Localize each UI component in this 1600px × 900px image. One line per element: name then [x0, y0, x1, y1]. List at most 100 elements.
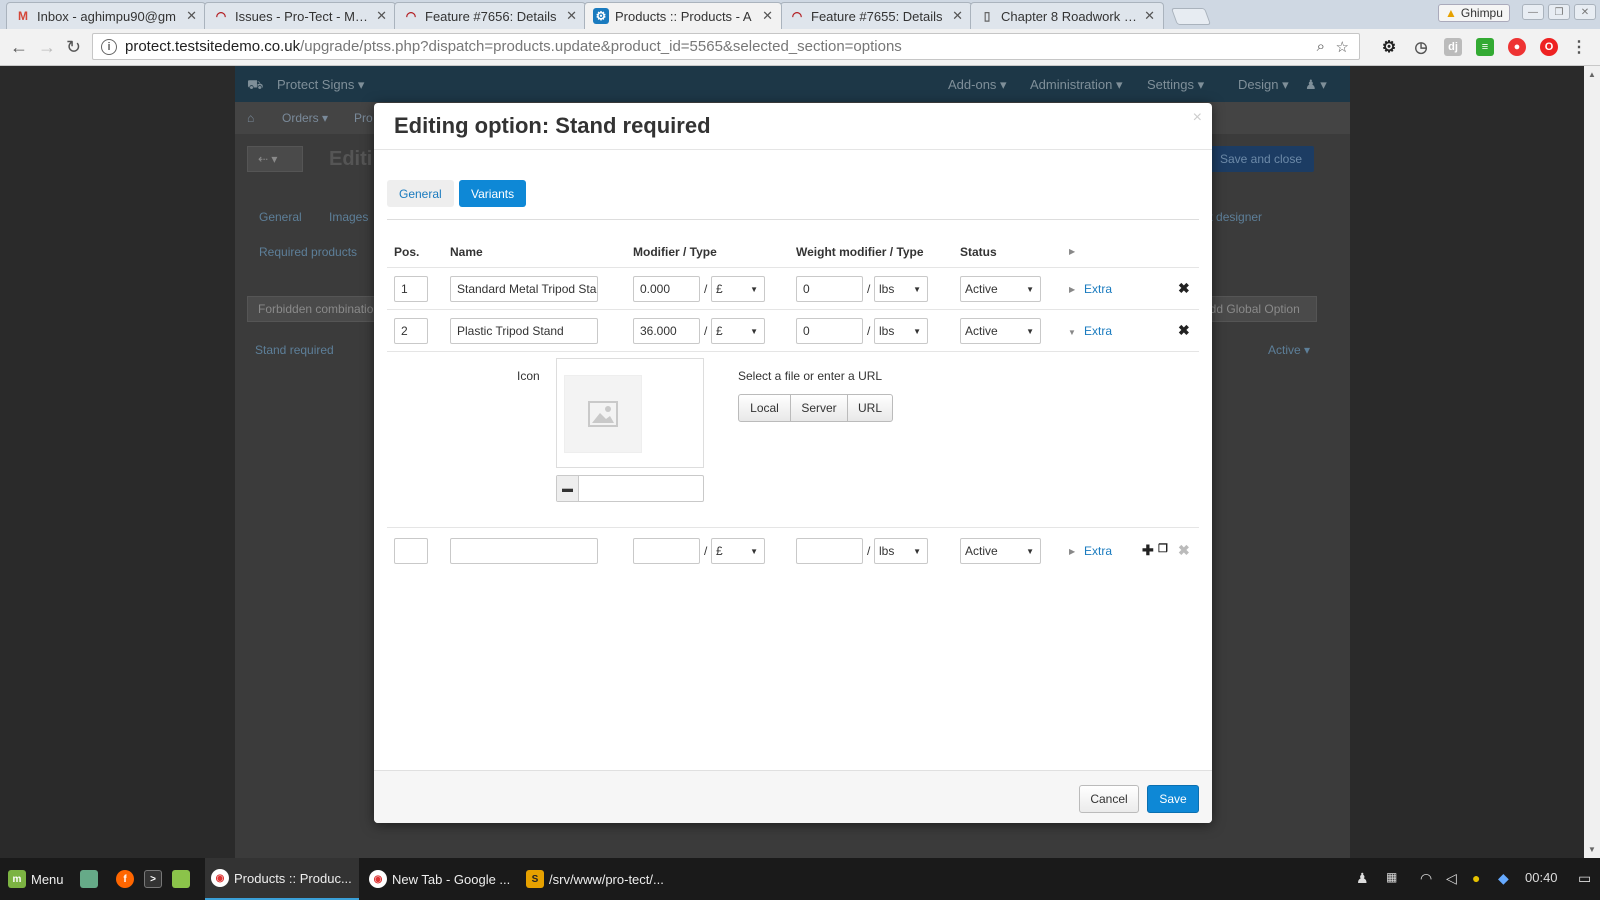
bookmark-star-icon[interactable]: ☆ — [1336, 38, 1349, 56]
taskbar-window-new-tab[interactable]: ◉ New Tab - Google ... — [363, 858, 513, 900]
server-file-button[interactable]: Server — [790, 394, 848, 422]
browser-tab-products[interactable]: ⚙ Products :: Products - A ✕ — [584, 2, 782, 29]
status-select[interactable]: Active ▼ — [960, 318, 1041, 344]
extension-dj-icon[interactable]: dj — [1444, 38, 1462, 56]
nav-design[interactable]: Design ▾ — [1238, 77, 1289, 93]
clone-icon[interactable]: ❐ — [1158, 542, 1168, 555]
new-tab-button[interactable] — [1170, 8, 1212, 25]
user-icon[interactable]: ♟ — [1356, 870, 1369, 887]
browser-tab-gmail[interactable]: M Inbox - aghimpu90@gm ✕ — [6, 2, 206, 29]
option-link[interactable]: Stand required — [255, 343, 334, 357]
forbidden-combinations-button[interactable]: Forbidden combinatio — [247, 296, 382, 322]
extension-gear-icon[interactable]: ⚙ — [1380, 38, 1398, 56]
back-button[interactable]: ⇠ ▾ — [247, 146, 303, 172]
modifier-input[interactable]: 0.000 — [633, 276, 700, 302]
tab-general[interactable]: General — [259, 210, 302, 224]
back-arrow-icon[interactable]: ← — [10, 37, 28, 58]
start-menu-button[interactable]: m Menu — [8, 858, 64, 900]
extra-link[interactable]: Extra — [1084, 544, 1112, 558]
minimize-icon[interactable]: — — [1522, 4, 1544, 20]
nav-settings[interactable]: Settings ▾ — [1147, 77, 1204, 93]
tab-images[interactable]: Images — [329, 210, 368, 224]
scroll-down-icon[interactable]: ▼ — [1588, 845, 1596, 854]
extension-stop-icon[interactable]: ● — [1508, 38, 1526, 56]
weight-input[interactable]: 0 — [796, 318, 863, 344]
page-scrollbar[interactable]: ▲ ▼ — [1584, 66, 1600, 858]
maximize-icon[interactable]: ❐ — [1548, 4, 1570, 20]
menu-dots-icon[interactable]: ⋮ — [1570, 38, 1588, 56]
scroll-up-icon[interactable]: ▲ — [1588, 70, 1596, 79]
chevron-right-icon[interactable]: ▶ — [1069, 285, 1075, 294]
profile-badge[interactable]: ▲ Ghimpu — [1438, 4, 1510, 22]
modifier-type-select[interactable]: £ ▼ — [711, 318, 765, 344]
variant-name-input[interactable] — [450, 538, 598, 564]
delete-icon[interactable]: ✖ — [1178, 542, 1190, 559]
chevron-down-icon[interactable]: ▼ — [1068, 328, 1076, 337]
close-icon[interactable]: ✕ — [762, 8, 773, 24]
address-bar[interactable]: i protect.testsitedemo.co.uk/upgrade/pts… — [92, 33, 1360, 60]
close-icon[interactable]: ✕ — [186, 8, 197, 24]
weight-input[interactable] — [796, 538, 863, 564]
add-icon[interactable]: ✚ — [1142, 542, 1154, 559]
dialog-close-icon[interactable]: × — [1193, 109, 1202, 127]
icon-alt-text-input[interactable]: ▬ — [556, 475, 704, 502]
browser-tab-feature-7655[interactable]: ◠ Feature #7655: Details ✕ — [780, 2, 972, 29]
tab-variants[interactable]: Variants — [459, 180, 527, 207]
save-button[interactable]: Save — [1147, 785, 1199, 813]
status-select[interactable]: Active ▼ — [960, 538, 1041, 564]
zoom-icon[interactable]: ⌕ — [1317, 38, 1325, 55]
files-launcher[interactable] — [172, 858, 195, 900]
window-close-icon[interactable]: ✕ — [1574, 4, 1596, 20]
delete-icon[interactable]: ✖ — [1178, 322, 1190, 339]
position-input[interactable] — [394, 538, 428, 564]
save-and-close-button[interactable]: Save and close — [1208, 146, 1314, 172]
weight-type-select[interactable]: lbs ▼ — [874, 538, 928, 564]
shield-icon[interactable]: ◆ — [1498, 870, 1509, 887]
extension-timer-icon[interactable]: ◷ — [1412, 38, 1430, 56]
clock[interactable]: 00:40 — [1525, 870, 1558, 885]
modifier-type-select[interactable]: £ ▼ — [711, 538, 765, 564]
browser-tab-issues[interactable]: ◠ Issues - Pro-Tect - Milan ✕ — [204, 2, 396, 29]
variant-name-input[interactable]: Standard Metal Tripod Sta — [450, 276, 598, 302]
weight-type-select[interactable]: lbs ▼ — [874, 276, 928, 302]
info-icon[interactable]: i — [101, 38, 117, 55]
home-icon[interactable]: ⌂ — [247, 111, 254, 125]
reload-icon[interactable]: ↻ — [66, 37, 81, 58]
close-icon[interactable]: ✕ — [1144, 8, 1155, 24]
close-icon[interactable]: ✕ — [376, 8, 387, 24]
close-icon[interactable]: ✕ — [566, 8, 577, 24]
cancel-button[interactable]: Cancel — [1079, 785, 1139, 813]
modifier-input[interactable]: 36.000 — [633, 318, 700, 344]
nav-orders[interactable]: Orders ▾ — [282, 111, 328, 125]
notification-icon[interactable]: ● — [1472, 870, 1480, 886]
taskbar-window-products[interactable]: ◉ Products :: Produc... — [205, 858, 359, 900]
local-file-button[interactable]: Local — [738, 394, 791, 422]
url-file-button[interactable]: URL — [847, 394, 893, 422]
forward-arrow-icon[interactable]: → — [38, 37, 56, 58]
delete-icon[interactable]: ✖ — [1178, 280, 1190, 297]
modifier-type-select[interactable]: £ ▼ — [711, 276, 765, 302]
extension-green-icon[interactable]: ≡ — [1476, 38, 1494, 56]
weight-input[interactable]: 0 — [796, 276, 863, 302]
show-desktop-icon[interactable] — [80, 858, 103, 900]
nav-addons[interactable]: Add-ons ▾ — [948, 77, 1007, 93]
browser-tab-feature-7656[interactable]: ◠ Feature #7656: Details ✕ — [394, 2, 586, 29]
user-icon[interactable]: ♟ ▾ — [1305, 77, 1327, 93]
status-select[interactable]: Active ▼ — [960, 276, 1041, 302]
firefox-launcher[interactable]: f — [116, 858, 139, 900]
variant-name-input[interactable]: Plastic Tripod Stand — [450, 318, 598, 344]
us-flag-icon[interactable]: ▦ — [1386, 870, 1397, 884]
extra-link[interactable]: Extra — [1084, 282, 1112, 296]
close-icon[interactable]: ✕ — [952, 8, 963, 24]
position-input[interactable]: 1 — [394, 276, 428, 302]
chevron-right-icon[interactable]: ▶ — [1069, 547, 1075, 556]
volume-icon[interactable]: ◁ — [1446, 870, 1457, 887]
modifier-input[interactable] — [633, 538, 700, 564]
wifi-icon[interactable]: ◠ — [1420, 870, 1432, 887]
expand-all-icon[interactable]: ▶ — [1069, 247, 1075, 256]
position-input[interactable]: 2 — [394, 318, 428, 344]
weight-type-select[interactable]: lbs ▼ — [874, 318, 928, 344]
show-desktop-icon[interactable]: ▭ — [1578, 870, 1591, 887]
tab-general[interactable]: General — [387, 180, 454, 207]
browser-tab-chapter-8[interactable]: ▯ Chapter 8 Roadwork Sig ✕ — [970, 2, 1164, 29]
